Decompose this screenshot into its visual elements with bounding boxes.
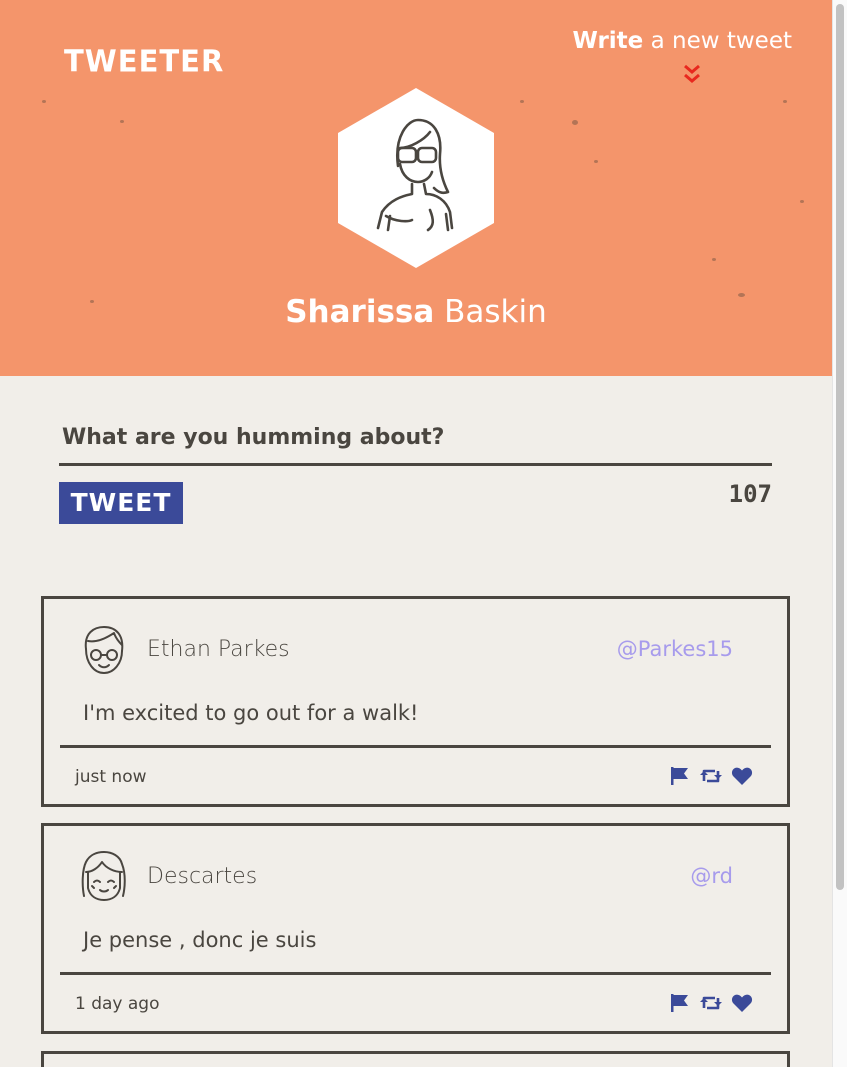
tweet-card — [41, 1051, 790, 1067]
write-link-rest: a new tweet — [650, 28, 792, 54]
tweet-actions — [669, 993, 753, 1013]
tweet-button[interactable]: TWEET — [59, 482, 183, 524]
tweet-card: Descartes @rd Je pense , donc je suis 1 … — [41, 823, 790, 1034]
retweet-icon[interactable] — [699, 766, 723, 786]
girl-with-bangs-avatar-icon — [81, 851, 126, 901]
tweet-text: Je pense , donc je suis — [83, 928, 317, 952]
flag-icon[interactable] — [669, 766, 691, 786]
tweet-timestamp: 1 day ago — [75, 994, 160, 1014]
tweet-divider — [60, 972, 771, 975]
write-new-tweet-link[interactable]: Write a new tweet — [572, 28, 792, 54]
man-with-glasses-avatar-icon — [84, 626, 124, 674]
retweet-icon[interactable] — [699, 993, 723, 1013]
character-counter: 107 — [728, 480, 772, 508]
vertical-scrollbar[interactable] — [832, 0, 847, 1067]
brand-logo[interactable]: TWEETER — [64, 43, 224, 79]
tweet-author-handle[interactable]: @Parkes15 — [617, 637, 733, 661]
profile-last-name: Baskin — [444, 294, 547, 330]
page: TWEETER Write a new tweet Sharissa Baski… — [0, 0, 832, 1067]
write-link-bold: Write — [572, 28, 644, 54]
flag-icon[interactable] — [669, 993, 691, 1013]
tweet-divider — [60, 745, 771, 748]
scrollbar-thumb[interactable] — [836, 4, 844, 890]
tweet-author-handle[interactable]: @rd — [690, 864, 733, 888]
profile-header: TWEETER Write a new tweet Sharissa Baski… — [0, 0, 832, 376]
woman-avatar-icon — [338, 88, 494, 268]
heart-icon[interactable] — [731, 993, 753, 1013]
tweet-author-name[interactable]: Ethan Parkes — [147, 637, 290, 662]
profile-name: Sharissa Baskin — [0, 294, 832, 330]
double-chevron-down-icon[interactable] — [681, 62, 703, 86]
tweet-card: Ethan Parkes @Parkes15 I'm excited to go… — [41, 596, 790, 807]
compose-placeholder: What are you humming about? — [62, 425, 445, 450]
heart-icon[interactable] — [731, 766, 753, 786]
tweet-text: I'm excited to go out for a walk! — [83, 701, 419, 725]
tweet-author-name[interactable]: Descartes — [147, 864, 257, 889]
tweet-actions — [669, 766, 753, 786]
profile-first-name: Sharissa — [285, 294, 435, 330]
tweet-timestamp: just now — [75, 767, 147, 787]
